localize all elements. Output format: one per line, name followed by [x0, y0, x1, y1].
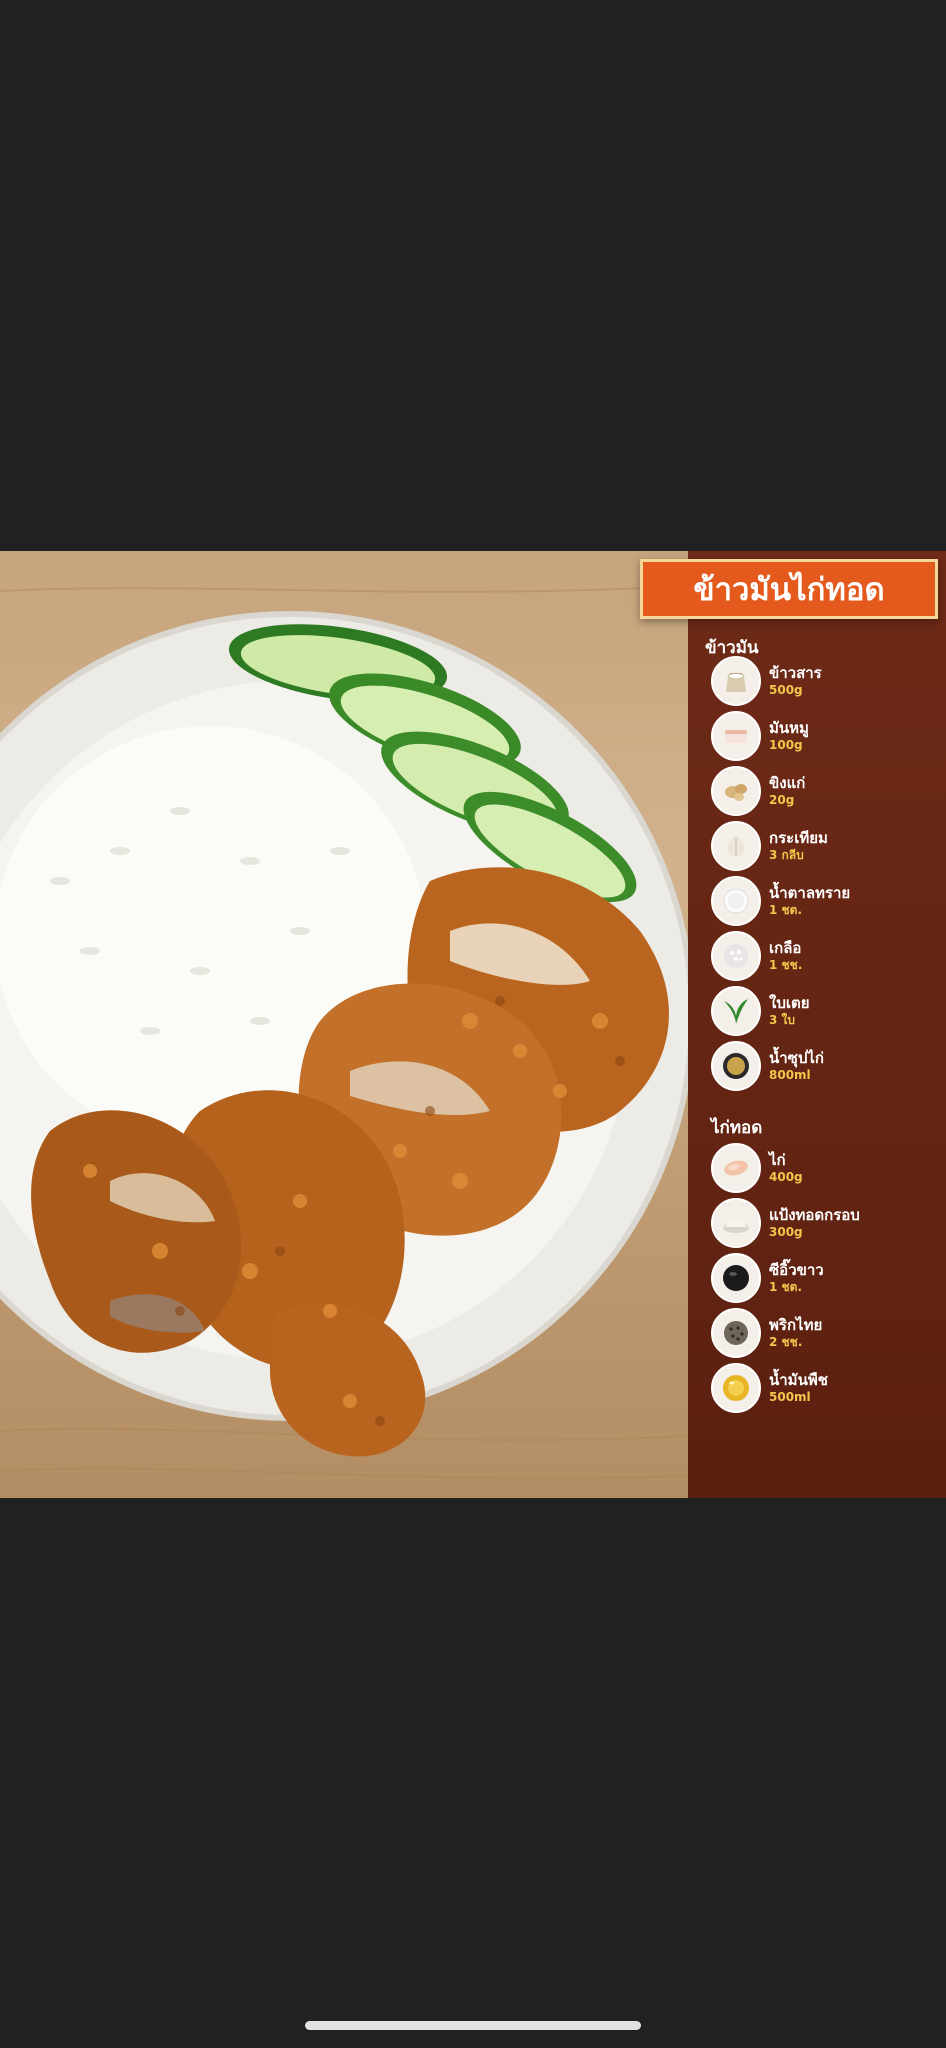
- ingredient-amount: 3 กลีบ: [769, 848, 804, 862]
- ingredient-name: ขิงแก่: [769, 774, 806, 792]
- ingredient-amount: 3 ใบ: [769, 1013, 796, 1027]
- ingredient-item: น้ำซุปไก่ 800ml: [711, 1041, 824, 1091]
- ingredient-item: น้ำมันพืช 500ml: [711, 1363, 828, 1413]
- vegetable-oil-icon: [711, 1363, 761, 1413]
- ingredient-name: น้ำตาลทราย: [769, 884, 851, 902]
- ingredient-item: มันหมู 100g: [711, 711, 809, 761]
- ingredient-amount: 500ml: [769, 1390, 811, 1404]
- ingredient-amount: 20g: [769, 793, 795, 807]
- chicken-rice-plate-illustration: [0, 585, 688, 1480]
- ingredient-name: มันหมู: [769, 719, 809, 737]
- rice-sack-icon: [711, 656, 761, 706]
- ingredient-name: น้ำมันพืช: [769, 1371, 828, 1389]
- ingredient-name: น้ำซุปไก่: [769, 1049, 825, 1067]
- flour-icon: [711, 1198, 761, 1248]
- ingredient-amount: 1 ชต.: [769, 1280, 803, 1294]
- soy-sauce-icon: [711, 1253, 761, 1303]
- ingredient-item: ใบเตย 3 ใบ: [711, 986, 810, 1036]
- salt-icon: [711, 931, 761, 981]
- food-photo: [0, 551, 688, 1498]
- ingredient-item: พริกไทย 2 ชช.: [711, 1308, 822, 1358]
- pandan-leaf-icon: [711, 986, 761, 1036]
- ingredient-amount: 300g: [769, 1225, 803, 1239]
- chicken-meat-icon: [711, 1143, 761, 1193]
- garlic-icon: [711, 821, 761, 871]
- ingredient-name: ข้าวสาร: [769, 664, 822, 682]
- ingredient-name: แป้งทอดกรอบ: [769, 1206, 860, 1224]
- pork-fat-icon: [711, 711, 761, 761]
- ingredient-item: แป้งทอดกรอบ 300g: [711, 1198, 860, 1248]
- ingredient-amount: 500g: [769, 683, 803, 697]
- ingredient-name: ใบเตย: [769, 994, 810, 1012]
- section-heading-fried-chicken: ไก่ทอด: [711, 1118, 763, 1138]
- sugar-icon: [711, 876, 761, 926]
- ingredient-name: กระเทียม: [769, 829, 828, 847]
- recipe-image: ข้าวมันไก่ทอด ข้าวมัน ข้าวสาร 500g มันหม…: [0, 551, 946, 1498]
- ingredient-item: ซีอิ๊วขาว 1 ชต.: [711, 1253, 824, 1303]
- ingredient-amount: 2 ชช.: [769, 1335, 803, 1349]
- ginger-icon: [711, 766, 761, 816]
- ingredient-name: พริกไทย: [769, 1316, 823, 1334]
- ingredient-amount: 1 ชต.: [769, 903, 803, 917]
- ingredient-item: กระเทียม 3 กลีบ: [711, 821, 828, 871]
- chicken-broth-icon: [711, 1041, 761, 1091]
- ingredient-item: เกลือ 1 ชช.: [711, 931, 802, 981]
- ingredient-item: น้ำตาลทราย 1 ชต.: [711, 876, 850, 926]
- ingredient-name: เกลือ: [769, 939, 802, 957]
- ingredient-name: ซีอิ๊วขาว: [769, 1261, 824, 1279]
- ingredient-item: ขิงแก่ 20g: [711, 766, 805, 816]
- ingredient-amount: 800ml: [769, 1068, 811, 1082]
- ingredient-item: ข้าวสาร 500g: [711, 656, 822, 706]
- home-indicator[interactable]: [305, 2021, 641, 2030]
- ingredient-amount: 400g: [769, 1170, 803, 1184]
- ingredient-name: ไก่: [769, 1151, 786, 1169]
- ingredient-item: ไก่ 400g: [711, 1143, 803, 1193]
- recipe-title: ข้าวมันไก่ทอด: [640, 559, 938, 619]
- ingredient-amount: 1 ชช.: [769, 958, 803, 972]
- pepper-icon: [711, 1308, 761, 1358]
- ingredient-amount: 100g: [769, 738, 803, 752]
